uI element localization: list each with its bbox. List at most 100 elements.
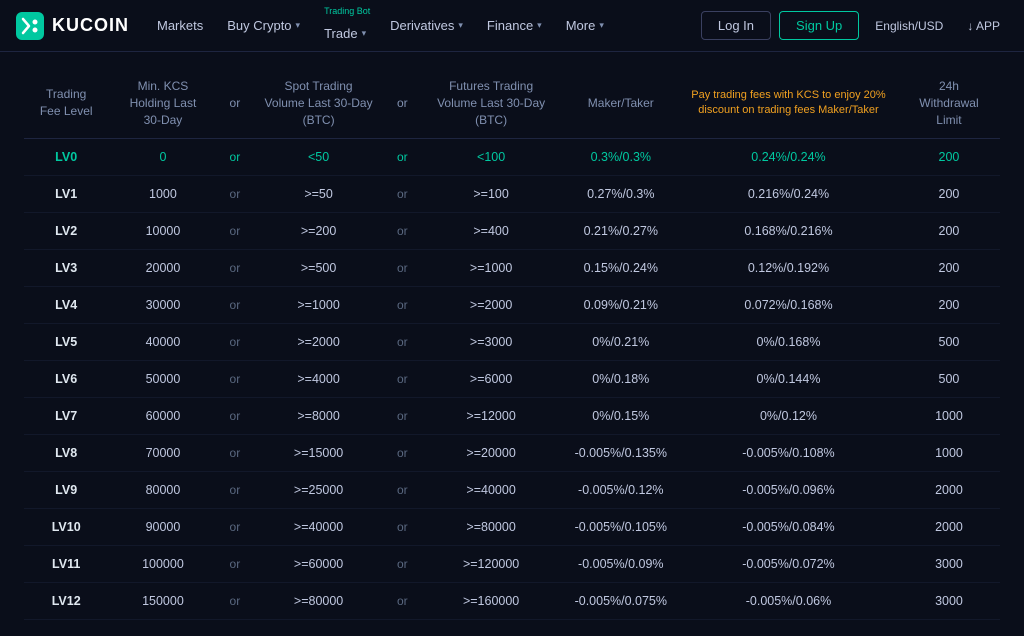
table-row: LV210000or>=200or>=4000.21%/0.27%0.168%/… bbox=[24, 213, 1000, 250]
logo[interactable]: KUCOIN bbox=[16, 12, 129, 40]
table-cell: 0.3%/0.3% bbox=[563, 139, 679, 176]
table-cell: or bbox=[385, 213, 420, 250]
table-cell: 0.09%/0.21% bbox=[563, 287, 679, 324]
table-cell: 3000 bbox=[898, 583, 1000, 620]
table-cell: -0.005%/0.12% bbox=[563, 472, 679, 509]
nav-item-derivatives[interactable]: Derivatives ▾ bbox=[378, 0, 475, 52]
table-cell: 200 bbox=[898, 139, 1000, 176]
table-cell: LV5 bbox=[24, 324, 108, 361]
table-cell: LV3 bbox=[24, 250, 108, 287]
nav-item-more[interactable]: More ▾ bbox=[554, 0, 616, 52]
table-cell: 0.216%/0.24% bbox=[679, 176, 898, 213]
table-cell: LV6 bbox=[24, 361, 108, 398]
table-cell: >=3000 bbox=[420, 324, 563, 361]
header-spot: Spot Trading Volume Last 30-Day (BTC) bbox=[252, 68, 385, 139]
table-cell: 0%/0.144% bbox=[679, 361, 898, 398]
table-cell: 0 bbox=[108, 139, 217, 176]
table-cell: or bbox=[218, 361, 253, 398]
table-body: LV00or<50or<1000.3%/0.3%0.24%/0.24%200LV… bbox=[24, 139, 1000, 620]
table-cell: -0.005%/0.072% bbox=[679, 546, 898, 583]
table-cell: <50 bbox=[252, 139, 385, 176]
table-cell: or bbox=[218, 583, 253, 620]
table-cell: or bbox=[218, 509, 253, 546]
table-cell: 80000 bbox=[108, 472, 217, 509]
table-cell: LV2 bbox=[24, 213, 108, 250]
table-cell: -0.005%/0.096% bbox=[679, 472, 898, 509]
table-cell: >=8000 bbox=[252, 398, 385, 435]
table-row: LV12150000or>=80000or>=160000-0.005%/0.0… bbox=[24, 583, 1000, 620]
navbar-right: Log In Sign Up English/USD ↓ APP bbox=[701, 11, 1008, 40]
table-cell: or bbox=[218, 435, 253, 472]
header-futures: Futures Trading Volume Last 30-Day (BTC) bbox=[420, 68, 563, 139]
nav-item-finance[interactable]: Finance ▾ bbox=[475, 0, 554, 52]
header-or2: or bbox=[385, 68, 420, 139]
table-cell: >=12000 bbox=[420, 398, 563, 435]
table-cell: >=80000 bbox=[420, 509, 563, 546]
signup-button[interactable]: Sign Up bbox=[779, 11, 859, 40]
table-cell: or bbox=[385, 546, 420, 583]
table-cell: -0.005%/0.075% bbox=[563, 583, 679, 620]
table-cell: 0%/0.168% bbox=[679, 324, 898, 361]
table-row: LV760000or>=8000or>=120000%/0.15%0%/0.12… bbox=[24, 398, 1000, 435]
table-cell: or bbox=[218, 324, 253, 361]
table-cell: or bbox=[218, 176, 253, 213]
table-cell: >=1000 bbox=[252, 287, 385, 324]
nav-items: Markets Buy Crypto ▾ Trading Bot Trade ▾… bbox=[145, 0, 697, 52]
table-cell: >=200 bbox=[252, 213, 385, 250]
login-button[interactable]: Log In bbox=[701, 11, 771, 40]
table-cell: 500 bbox=[898, 324, 1000, 361]
table-cell: 40000 bbox=[108, 324, 217, 361]
table-cell: >=160000 bbox=[420, 583, 563, 620]
table-cell: LV0 bbox=[24, 139, 108, 176]
table-cell: >=40000 bbox=[420, 472, 563, 509]
table-cell: >=2000 bbox=[420, 287, 563, 324]
table-cell: 200 bbox=[898, 287, 1000, 324]
table-row: LV320000or>=500or>=10000.15%/0.24%0.12%/… bbox=[24, 250, 1000, 287]
table-cell: 30000 bbox=[108, 287, 217, 324]
nav-item-markets[interactable]: Markets bbox=[145, 0, 215, 52]
table-cell: or bbox=[218, 213, 253, 250]
language-selector[interactable]: English/USD bbox=[867, 19, 951, 33]
table-cell: or bbox=[218, 287, 253, 324]
nav-item-buy-crypto[interactable]: Buy Crypto ▾ bbox=[215, 0, 312, 52]
table-cell: or bbox=[218, 398, 253, 435]
table-cell: >=1000 bbox=[420, 250, 563, 287]
table-row: LV870000or>=15000or>=20000-0.005%/0.135%… bbox=[24, 435, 1000, 472]
table-cell: 0%/0.15% bbox=[563, 398, 679, 435]
nav-item-trade[interactable]: Trading Bot Trade ▾ bbox=[312, 0, 378, 52]
table-cell: 10000 bbox=[108, 213, 217, 250]
table-cell: -0.005%/0.09% bbox=[563, 546, 679, 583]
table-cell: or bbox=[385, 509, 420, 546]
app-download-button[interactable]: ↓ APP bbox=[959, 19, 1008, 33]
table-cell: 2000 bbox=[898, 472, 1000, 509]
table-cell: 0%/0.21% bbox=[563, 324, 679, 361]
table-row: LV980000or>=25000or>=40000-0.005%/0.12%-… bbox=[24, 472, 1000, 509]
table-cell: LV12 bbox=[24, 583, 108, 620]
header-kcs: Min. KCS Holding Last 30-Day bbox=[108, 68, 217, 139]
header-maker-taker: Maker/Taker bbox=[563, 68, 679, 139]
table-row: LV430000or>=1000or>=20000.09%/0.21%0.072… bbox=[24, 287, 1000, 324]
table-cell: 200 bbox=[898, 213, 1000, 250]
table-cell: 1000 bbox=[108, 176, 217, 213]
table-cell: -0.005%/0.105% bbox=[563, 509, 679, 546]
table-cell: 0.12%/0.192% bbox=[679, 250, 898, 287]
table-cell: LV9 bbox=[24, 472, 108, 509]
table-row: LV650000or>=4000or>=60000%/0.18%0%/0.144… bbox=[24, 361, 1000, 398]
table-cell: >=80000 bbox=[252, 583, 385, 620]
table-cell: -0.005%/0.108% bbox=[679, 435, 898, 472]
table-cell: LV7 bbox=[24, 398, 108, 435]
table-cell: 3000 bbox=[898, 546, 1000, 583]
table-cell: >=100 bbox=[420, 176, 563, 213]
table-cell: 0.27%/0.3% bbox=[563, 176, 679, 213]
table-cell: or bbox=[385, 583, 420, 620]
kucoin-logo-icon bbox=[16, 12, 44, 40]
table-cell: 50000 bbox=[108, 361, 217, 398]
table-header-row: Trading Fee Level Min. KCS Holding Last … bbox=[24, 68, 1000, 139]
table-cell: or bbox=[385, 361, 420, 398]
table-cell: -0.005%/0.084% bbox=[679, 509, 898, 546]
header-or1: or bbox=[218, 68, 253, 139]
table-cell: 20000 bbox=[108, 250, 217, 287]
table-cell: >=25000 bbox=[252, 472, 385, 509]
table-cell: >=40000 bbox=[252, 509, 385, 546]
table-cell: 0.168%/0.216% bbox=[679, 213, 898, 250]
